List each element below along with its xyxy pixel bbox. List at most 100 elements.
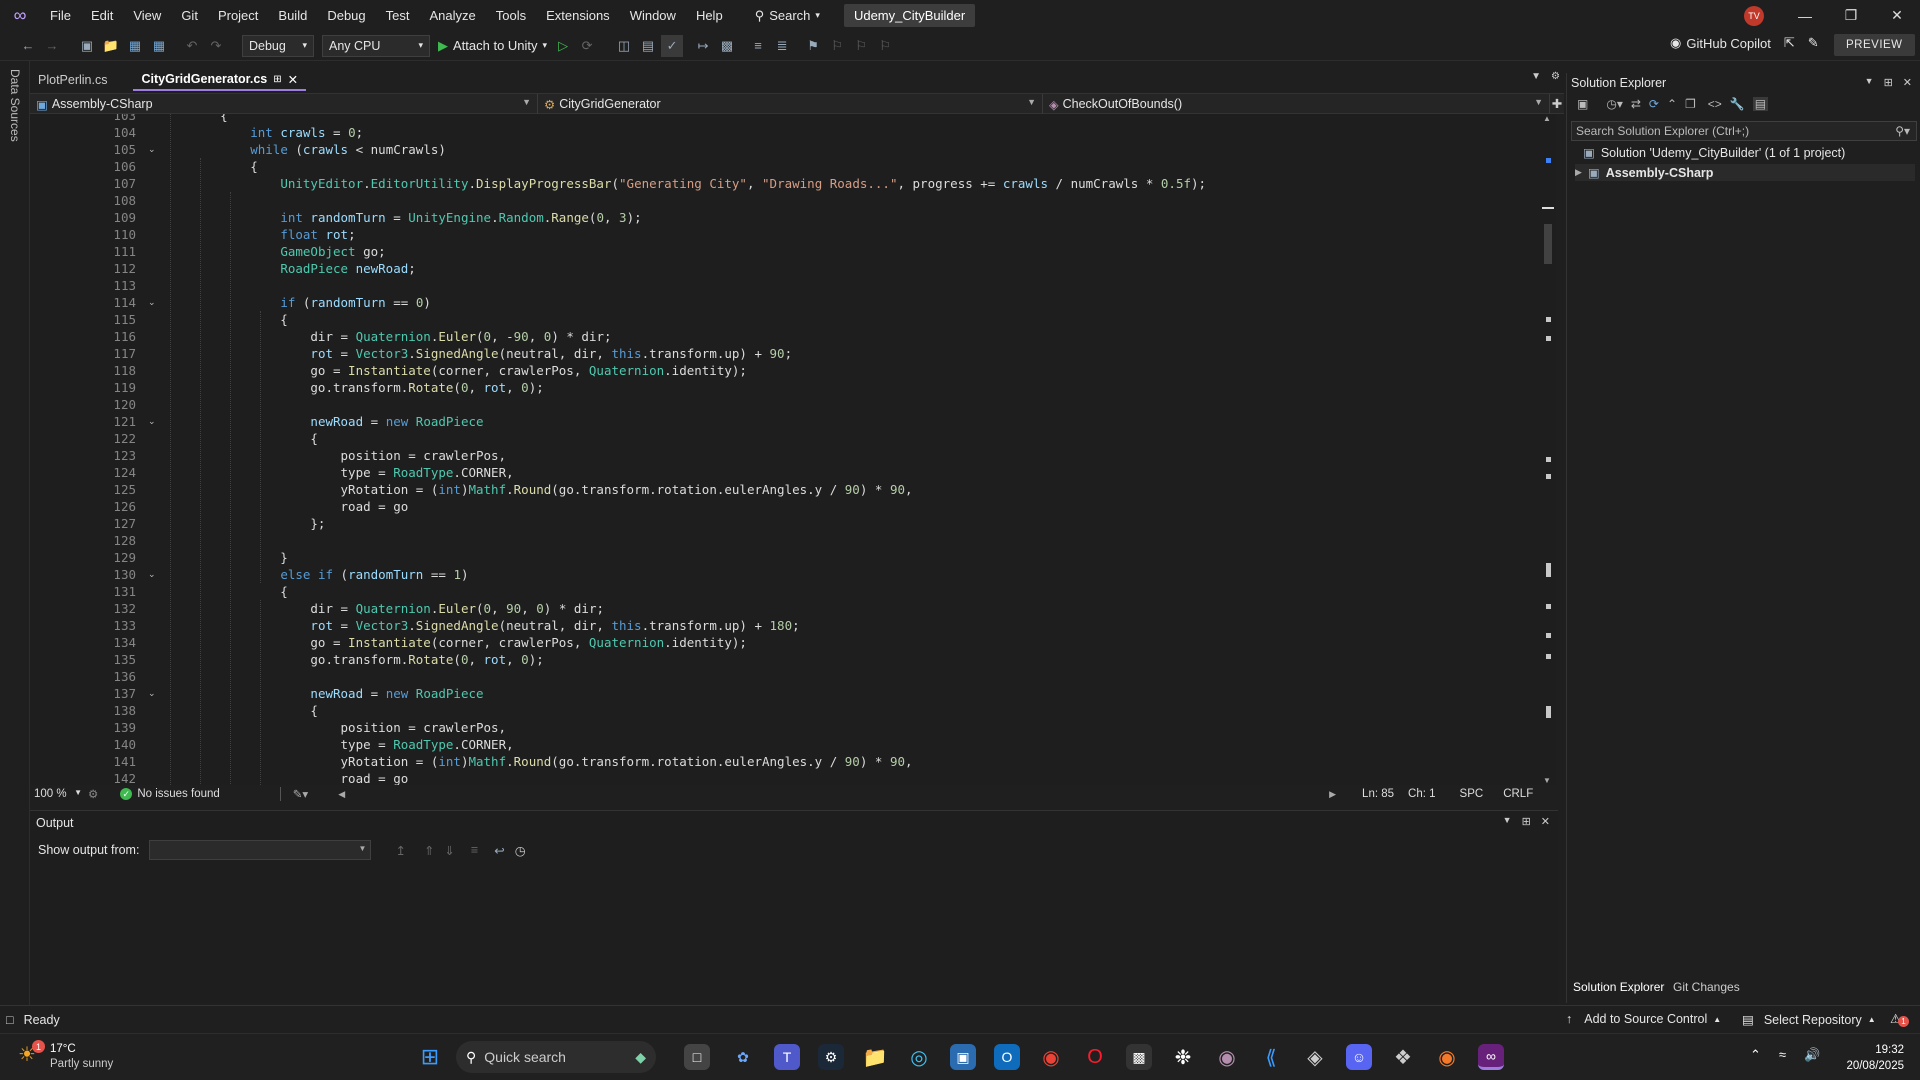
- close-button[interactable]: ✕: [1874, 0, 1920, 31]
- issues-indicator[interactable]: ✓ No issues found: [120, 788, 220, 800]
- code-line[interactable]: position = crawlerPos,: [190, 447, 507, 464]
- menu-item-view[interactable]: View: [123, 0, 171, 31]
- code-line[interactable]: rot = Vector3.SignedAngle(neutral, dir, …: [190, 617, 799, 634]
- code-line[interactable]: type = RoadType.CORNER,: [190, 464, 514, 481]
- menu-item-file[interactable]: File: [40, 0, 81, 31]
- attach-to-unity-button[interactable]: ▶ Attach to Unity ▾: [434, 38, 551, 54]
- blender-icon[interactable]: ◉: [1434, 1044, 1460, 1070]
- code-line[interactable]: {: [190, 583, 288, 600]
- next-message-icon[interactable]: ⇓: [444, 843, 454, 858]
- vscode-icon[interactable]: ⟪: [1258, 1044, 1284, 1070]
- panel-menu-icon[interactable]: ▼: [1865, 76, 1874, 89]
- output-window-icon[interactable]: □: [6, 1013, 14, 1027]
- code-line[interactable]: if (randomTurn == 0): [190, 294, 431, 311]
- vertical-scrollbar[interactable]: ▲ ▼: [1540, 114, 1556, 785]
- outdent-icon[interactable]: ≣: [771, 35, 793, 57]
- find-message-icon[interactable]: ↥: [395, 843, 405, 858]
- teams-icon[interactable]: T: [774, 1044, 800, 1070]
- new-project-icon[interactable]: ▣: [76, 35, 98, 57]
- avatar[interactable]: TV: [1744, 6, 1764, 26]
- scroll-left-icon[interactable]: ◀: [338, 789, 345, 800]
- zoom-select[interactable]: 100 % ▼: [30, 788, 86, 800]
- code-line[interactable]: {: [190, 311, 288, 328]
- code-line[interactable]: }: [190, 549, 288, 566]
- discord-icon[interactable]: ☺: [1346, 1044, 1372, 1070]
- menu-item-debug[interactable]: Debug: [317, 0, 375, 31]
- file-explorer-icon[interactable]: 📁: [862, 1044, 888, 1070]
- code-line[interactable]: newRoad = new RoadPiece: [190, 685, 483, 702]
- code-line[interactable]: else if (randomTurn == 1): [190, 566, 468, 583]
- hot-reload-icon[interactable]: ⟳: [576, 35, 598, 57]
- chrome-icon[interactable]: ◉: [1038, 1044, 1064, 1070]
- tab-git-changes[interactable]: Git Changes: [1673, 980, 1740, 994]
- opera-icon[interactable]: O: [1082, 1044, 1108, 1070]
- forward-icon[interactable]: →: [41, 35, 63, 57]
- column-indicator[interactable]: Ch: 1: [1408, 788, 1436, 800]
- code-line[interactable]: RoadPiece newRoad;: [190, 260, 415, 277]
- spacing-indicator[interactable]: SPC: [1460, 788, 1484, 800]
- scroll-right-icon[interactable]: ▶: [1329, 789, 1336, 800]
- refresh-icon[interactable]: ⟳: [1649, 97, 1659, 111]
- menu-item-git[interactable]: Git: [171, 0, 208, 31]
- windows-start-icon[interactable]: ⊞: [417, 1044, 443, 1070]
- code-line[interactable]: {: [190, 702, 318, 719]
- line-ending-indicator[interactable]: CRLF: [1503, 788, 1533, 800]
- scrollbar-thumb[interactable]: [1544, 224, 1552, 264]
- bookmark-clear-icon[interactable]: ⚐: [874, 35, 896, 57]
- bookmark-prev-icon[interactable]: ⚐: [826, 35, 848, 57]
- solution-node[interactable]: ▣ Solution 'Udemy_CityBuilder' (1 of 1 pr…: [1583, 145, 1845, 161]
- back-icon[interactable]: ←: [17, 35, 39, 57]
- member-dropdown[interactable]: ◈ CheckOutOfBounds() ▼: [1043, 94, 1550, 114]
- close-icon[interactable]: ✕: [1541, 815, 1550, 828]
- chevron-up-icon[interactable]: ⌃: [1750, 1047, 1761, 1063]
- code-line[interactable]: road = go: [190, 498, 409, 515]
- code-line[interactable]: yRotation = (int)Mathf.Round(go.transfor…: [190, 481, 913, 498]
- close-icon[interactable]: ✕: [288, 72, 298, 87]
- configuration-select[interactable]: Debug ▾: [242, 34, 314, 57]
- code-line[interactable]: rot = Vector3.SignedAngle(neutral, dir, …: [190, 345, 792, 362]
- code-line[interactable]: dir = Quaternion.Euler(0, -90, 0) * dir;: [190, 328, 611, 345]
- code-line[interactable]: yRotation = (int)Mathf.Round(go.transfor…: [190, 753, 913, 770]
- show-all-files-icon[interactable]: ❐: [1685, 97, 1696, 111]
- visual-studio-icon[interactable]: ∞: [1478, 1044, 1504, 1070]
- steam-icon[interactable]: ⚙: [818, 1044, 844, 1070]
- code-line[interactable]: UnityEditor.EditorUtility.DisplayProgres…: [190, 175, 1206, 192]
- search-icon[interactable]: ⚲▾: [1895, 124, 1910, 138]
- code-line[interactable]: GameObject go;: [190, 243, 385, 260]
- code-line[interactable]: newRoad = new RoadPiece: [190, 413, 483, 430]
- step-icon[interactable]: ↦: [692, 35, 714, 57]
- indent-icon[interactable]: ≡: [747, 35, 769, 57]
- spell-check-icon[interactable]: ✓: [661, 34, 684, 57]
- pin-icon[interactable]: ⊞: [1522, 815, 1531, 828]
- view-code-icon[interactable]: <>: [1708, 97, 1722, 111]
- outlook-icon[interactable]: O: [994, 1044, 1020, 1070]
- pin-icon[interactable]: ⊞: [1884, 76, 1893, 89]
- preview-selected-icon[interactable]: ▤: [1752, 97, 1769, 111]
- browser-link-icon[interactable]: ◫: [613, 35, 635, 57]
- fold-toggle-icon[interactable]: ⌄: [148, 141, 156, 158]
- edge-icon[interactable]: ◎: [906, 1044, 932, 1070]
- panel-menu-icon[interactable]: ▼: [1503, 815, 1512, 828]
- start-without-debug-icon[interactable]: ▷: [552, 35, 574, 57]
- menu-item-test[interactable]: Test: [376, 0, 420, 31]
- code-line[interactable]: go = Instantiate(corner, crawlerPos, Qua…: [190, 362, 747, 379]
- project-node[interactable]: ▶ ▣ Assembly-CSharp: [1575, 164, 1915, 181]
- code-line[interactable]: position = crawlerPos,: [190, 719, 507, 736]
- weather-widget[interactable]: ☀ 1 17°C Partly sunny: [18, 1040, 113, 1072]
- intellicode-icon[interactable]: ⚙: [88, 787, 98, 801]
- tab-citygridgenerator[interactable]: CityGridGenerator.cs ⊞ ✕: [133, 69, 307, 91]
- code-line[interactable]: road = go: [190, 770, 409, 785]
- split-editor-icon[interactable]: ✚: [1550, 94, 1564, 113]
- settings-icon[interactable]: ⚙: [1551, 71, 1560, 82]
- menu-item-build[interactable]: Build: [268, 0, 317, 31]
- code-line[interactable]: {: [190, 430, 318, 447]
- menu-item-window[interactable]: Window: [620, 0, 686, 31]
- code-line[interactable]: int crawls = 0;: [190, 124, 363, 141]
- github-desktop-icon[interactable]: ◉: [1214, 1044, 1240, 1070]
- preview-button[interactable]: PREVIEW: [1834, 34, 1915, 56]
- add-to-source-control-button[interactable]: ↑ Add to Source Control ▲: [1566, 1012, 1721, 1026]
- code-editor[interactable]: 103 104 105 ⌄ 106 107 108 109 110 111 112 113 114 ⌄ 11…: [30, 114, 1555, 785]
- copilot-app-icon[interactable]: ✿: [730, 1044, 756, 1070]
- bookmark-icon[interactable]: ⚑: [802, 35, 824, 57]
- clock[interactable]: 19:32 20/08/2025: [1830, 1042, 1904, 1074]
